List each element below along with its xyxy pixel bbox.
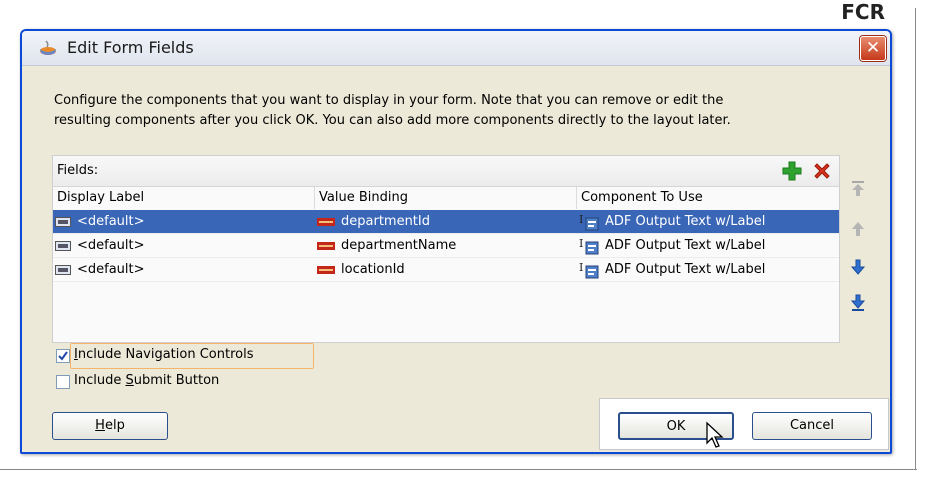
attribute-icon	[317, 241, 335, 250]
label-text: Include	[74, 373, 126, 388]
mouse-pointer-icon	[706, 421, 724, 448]
label-field-icon	[55, 240, 71, 251]
remove-field-icon[interactable]	[811, 160, 833, 182]
fields-label: Fields:	[57, 163, 99, 178]
move-to-top-icon[interactable]	[848, 179, 868, 199]
attribute-icon	[317, 265, 335, 274]
include-nav-controls-checkbox[interactable]	[56, 349, 70, 363]
edit-form-fields-dialog: Edit Form Fields ✕ Configure the compone…	[20, 29, 892, 454]
component-text: ADF Output Text w/Label	[605, 262, 766, 277]
svg-text:I: I	[579, 237, 583, 250]
component-cell[interactable]: I ADF Output Text w/Label	[579, 210, 765, 233]
dialog-titlebar[interactable]: Edit Form Fields ✕	[22, 31, 890, 66]
move-down-icon[interactable]	[848, 257, 868, 277]
column-header-value-binding[interactable]: Value Binding	[315, 187, 577, 209]
include-submit-button-checkbox[interactable]	[56, 375, 70, 389]
close-icon: ✕	[865, 38, 881, 58]
description-line: resulting components after you click OK.…	[54, 113, 731, 128]
dialog-title: Edit Form Fields	[67, 38, 194, 57]
add-field-icon[interactable]	[781, 160, 803, 182]
display-label-text: <default>	[77, 214, 145, 229]
dialog-description: Configure the components that you want t…	[54, 91, 854, 131]
output-text-icon: I	[579, 261, 599, 278]
background-divider	[0, 469, 917, 470]
value-binding-cell[interactable]: locationId	[317, 258, 405, 281]
output-text-icon: I	[579, 237, 599, 254]
component-text: ADF Output Text w/Label	[605, 238, 766, 253]
display-label-text: <default>	[77, 238, 145, 253]
display-label-cell[interactable]: <default>	[55, 210, 145, 233]
fields-table: Fields: Display Label Value Binding Comp…	[52, 155, 840, 343]
mnemonic-letter: S	[125, 373, 134, 388]
component-text: ADF Output Text w/Label	[605, 214, 766, 229]
svg-text:I: I	[579, 213, 583, 226]
move-up-icon[interactable]	[848, 219, 868, 239]
background-title-fragment: FCR	[841, 0, 885, 24]
label-field-icon	[55, 216, 71, 227]
jdeveloper-cup-icon	[40, 40, 56, 55]
value-binding-cell[interactable]: departmentName	[317, 234, 456, 257]
label-text: nclude Navigation Controls	[77, 347, 254, 362]
value-binding-cell[interactable]: departmentId	[317, 210, 430, 233]
background-divider	[915, 8, 916, 470]
value-binding-text: locationId	[341, 262, 405, 277]
attribute-icon	[317, 217, 335, 226]
move-to-bottom-icon[interactable]	[848, 293, 868, 313]
display-label-cell[interactable]: <default>	[55, 234, 145, 257]
table-row[interactable]: <default> departmentName I ADF Output Tex…	[53, 234, 839, 257]
mnemonic-letter: H	[95, 418, 105, 433]
svg-text:I: I	[579, 261, 583, 274]
help-button[interactable]: Help	[52, 412, 168, 440]
column-header-display-label[interactable]: Display Label	[53, 187, 315, 209]
row-divider	[53, 281, 839, 282]
cancel-button[interactable]: Cancel	[752, 412, 872, 440]
output-text-icon: I	[579, 213, 599, 230]
table-row[interactable]: <default> departmentId I ADF Output Text …	[53, 210, 839, 233]
value-binding-text: departmentId	[341, 214, 430, 229]
component-cell[interactable]: I ADF Output Text w/Label	[579, 234, 765, 257]
button-label: elp	[104, 418, 125, 433]
include-submit-button-label[interactable]: Include Submit Button	[74, 373, 219, 388]
display-label-text: <default>	[77, 262, 145, 277]
close-button[interactable]: ✕	[860, 36, 886, 61]
description-line: Configure the components that you want t…	[54, 93, 724, 108]
label-field-icon	[55, 264, 71, 275]
include-nav-controls-label[interactable]: Include Navigation Controls	[74, 347, 253, 362]
label-text: ubmit Button	[133, 373, 220, 388]
column-header-component[interactable]: Component To Use	[577, 187, 839, 209]
display-label-cell[interactable]: <default>	[55, 258, 145, 281]
value-binding-text: departmentName	[341, 238, 457, 253]
component-cell[interactable]: I ADF Output Text w/Label	[579, 258, 765, 281]
table-row[interactable]: <default> locationId I ADF Output Text w/…	[53, 258, 839, 281]
fields-toolbar: Fields:	[53, 156, 839, 187]
checkmark-icon	[58, 351, 68, 361]
